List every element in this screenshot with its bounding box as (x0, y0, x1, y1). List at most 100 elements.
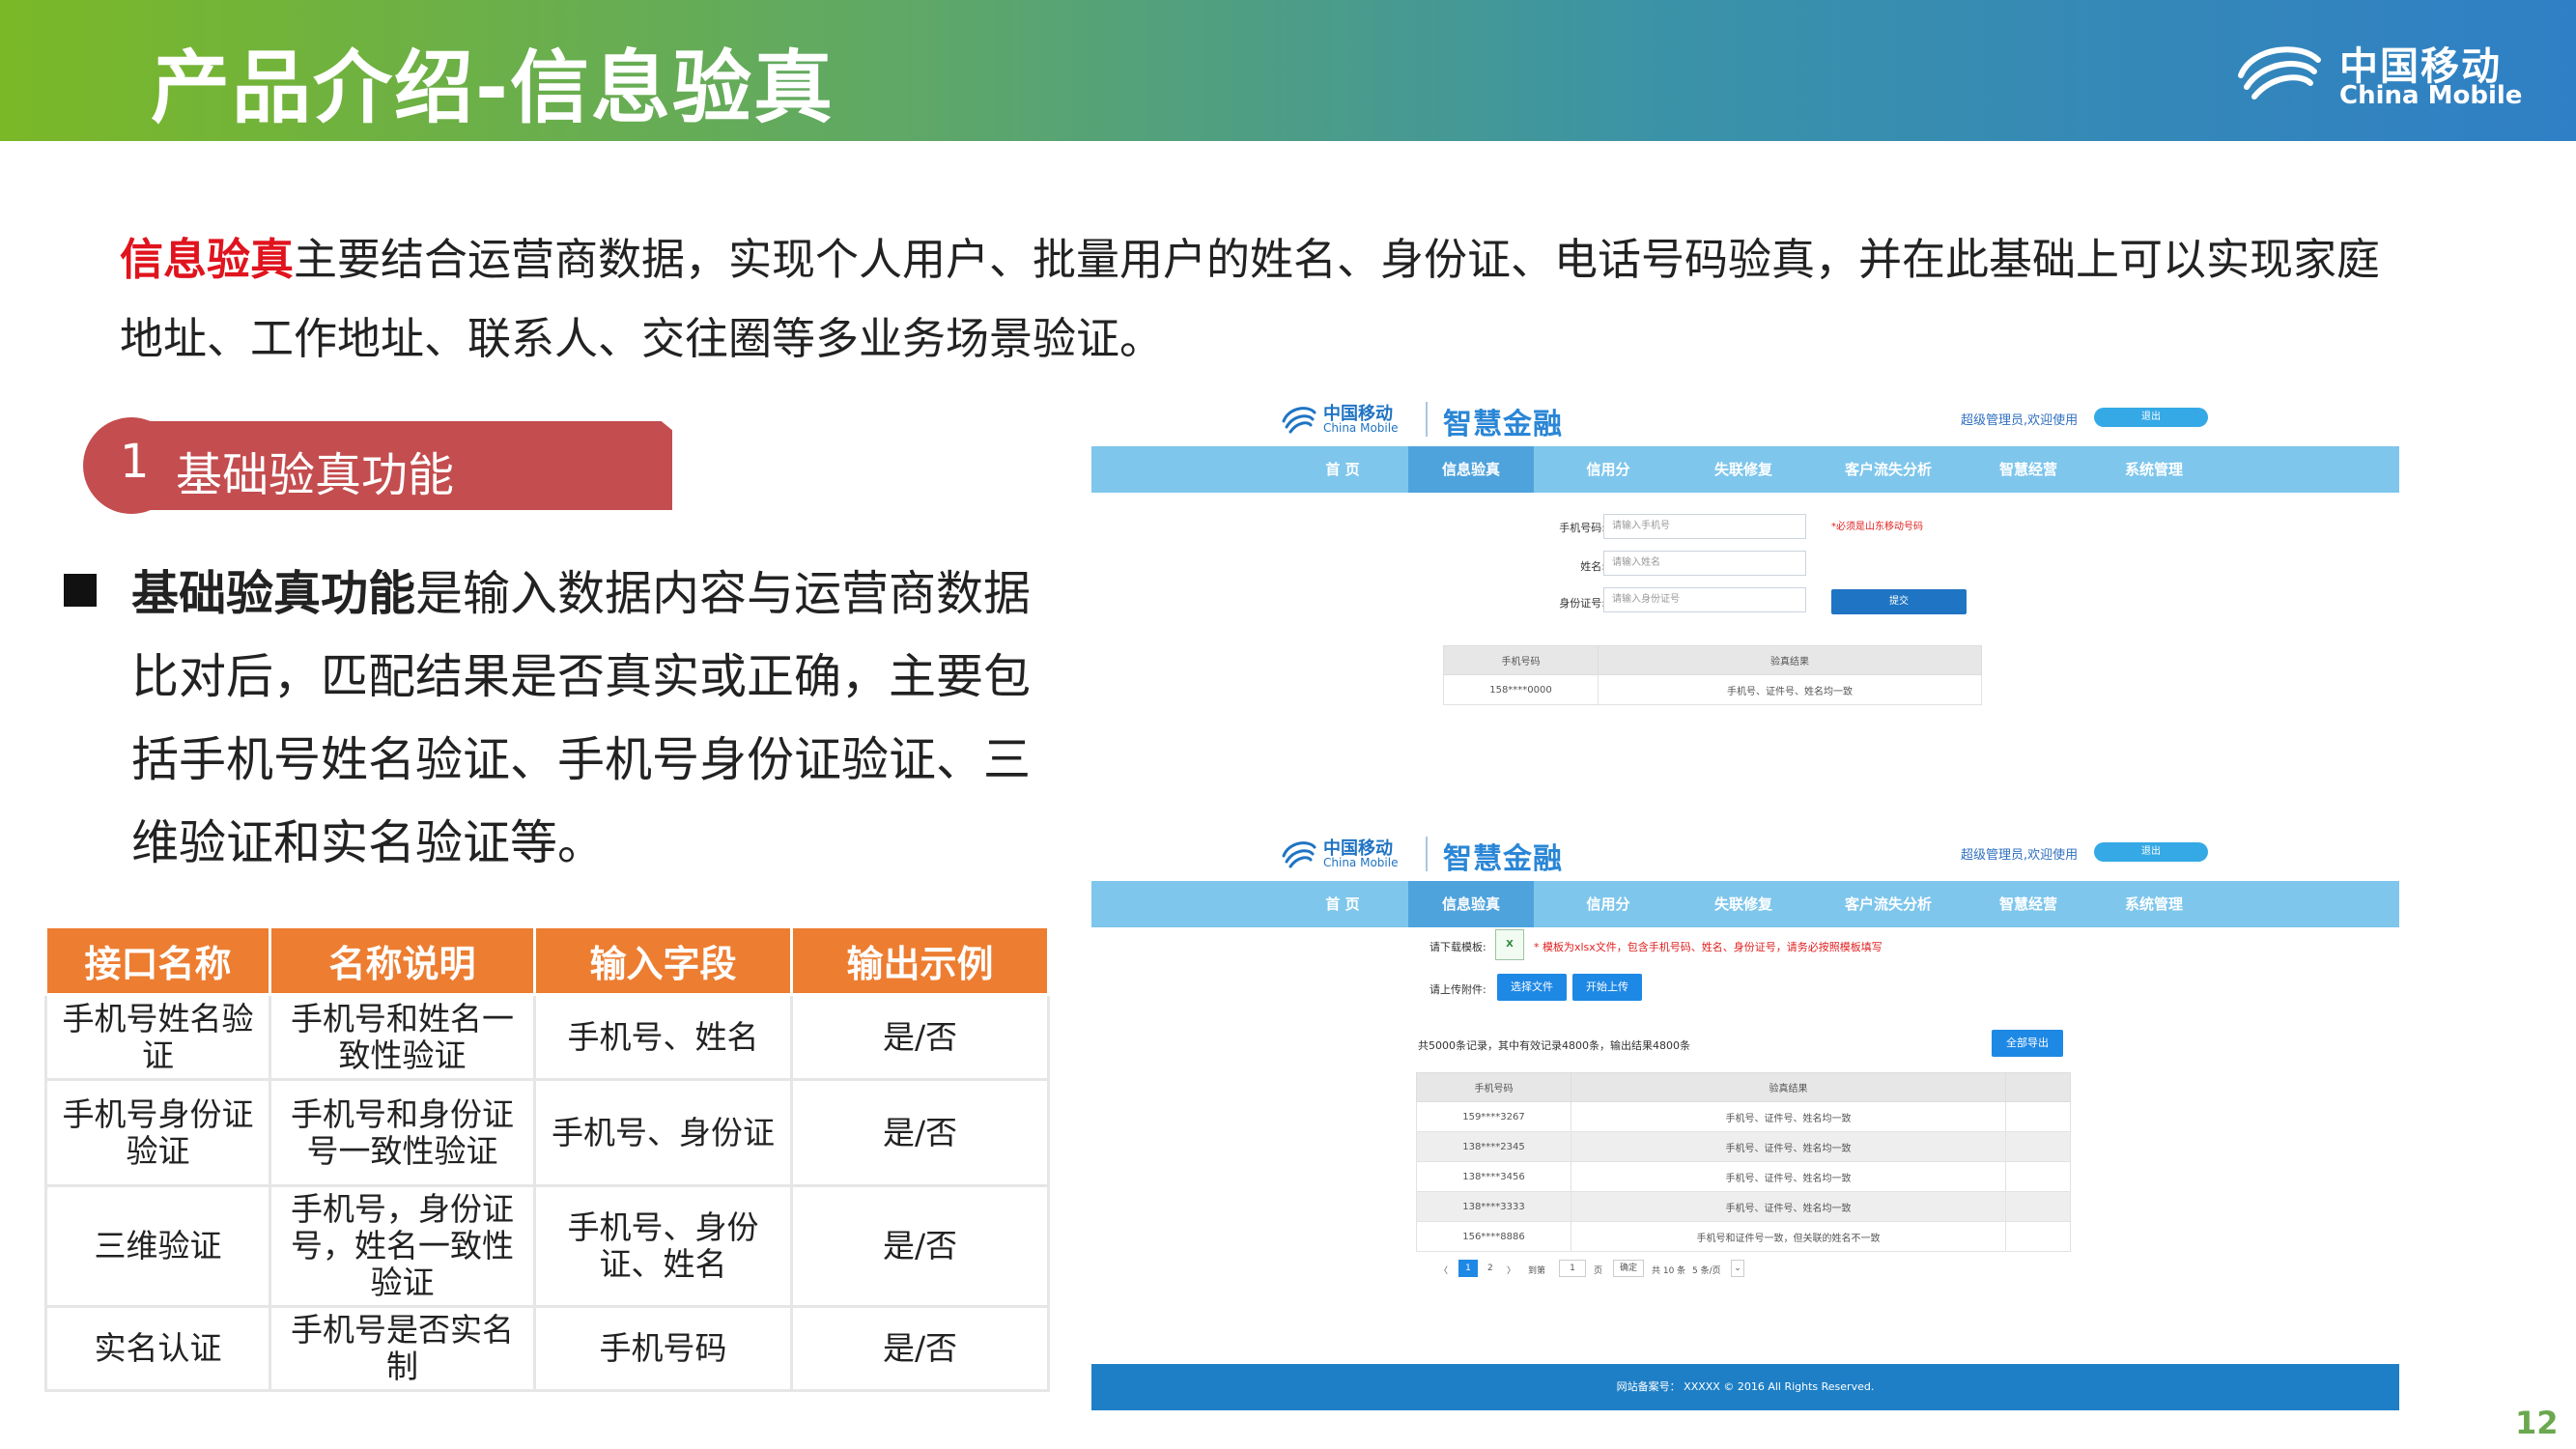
table-cell: 158****0000 (1443, 674, 1599, 705)
product-name: 智慧金融 (1443, 408, 1563, 441)
table-cell: 手机号，身份证号，姓名一致性验证 (269, 1184, 536, 1308)
batch-result-table: 手机号码 验真结果 159****3267 手机号、证件号、姓名均一致 138***… (1416, 1072, 2071, 1252)
submit-button[interactable]: 提交 (1831, 589, 1967, 614)
table-cell: 实名认证 (44, 1305, 271, 1392)
single-verify-screenshot: 中国移动 China Mobile 智慧金融 超级管理员,欢迎使用 退出 首 页… (1091, 388, 2399, 726)
china-mobile-ring-icon (1282, 407, 1316, 434)
table-row: 手机号姓名验证 手机号和姓名一致性验证 手机号、姓名 是/否 (44, 993, 1050, 1081)
table-cell (2005, 1221, 2071, 1252)
table-cell: 手机号、证件号、姓名均一致 (1571, 1191, 2006, 1222)
nav-item-credit[interactable]: 信用分 (1555, 446, 1661, 493)
page-title: 产品介绍-信息验真 (151, 43, 835, 134)
china-mobile-ring-icon (2238, 46, 2321, 99)
user-greeting: 超级管理员,欢迎使用 (1961, 848, 2079, 863)
bullet-bold: 基础验真功能 (131, 566, 416, 621)
section-label: 基础验真功能 (176, 448, 455, 502)
table-header: 输入字段 (533, 925, 793, 996)
table-cell: 手机号和身份证号一致性验证 (269, 1078, 536, 1187)
pager-prev-icon[interactable]: 〈 (1439, 1264, 1448, 1276)
nav-item-churn[interactable]: 客户流失分析 (1808, 446, 1968, 493)
pager-goto-label: 到第 (1528, 1266, 1546, 1276)
table-cell: 是/否 (790, 1078, 1050, 1187)
page-number: 12 (2515, 1405, 2559, 1441)
start-upload-button[interactable]: 开始上传 (1572, 974, 1642, 1001)
batch-verify-screenshot: 中国移动 China Mobile 智慧金融 超级管理员,欢迎使用 退出 首 页… (1091, 823, 2399, 1410)
interface-table: 接口名称 名称说明 输入字段 输出示例 手机号姓名验证 手机号和姓名一致性验证 … (44, 925, 1050, 1392)
nav-item-business[interactable]: 智慧经营 (1970, 446, 2086, 493)
table-header: 接口名称 (44, 925, 271, 996)
table-cell: 是/否 (790, 993, 1050, 1081)
table-cell (2005, 1191, 2071, 1222)
table-row: 138****3333 手机号、证件号、姓名均一致 (1416, 1191, 2071, 1222)
nav-item-credit[interactable]: 信用分 (1555, 881, 1661, 927)
app-logo-en: China Mobile (1323, 421, 1399, 435)
section-tag: 1 基础验真功能 (83, 417, 672, 514)
bullet-paragraph: 基础验真功能是输入数据内容与运营商数据比对后，匹配结果是否真实或正确，主要包括手… (131, 553, 1039, 885)
logout-button[interactable]: 退出 (2094, 408, 2208, 427)
nav-item-system[interactable]: 系统管理 (2096, 446, 2212, 493)
table-row: 138****3456 手机号、证件号、姓名均一致 (1416, 1161, 2071, 1192)
id-input[interactable]: 请输入身份证号 (1603, 587, 1806, 612)
single-result-table: 手机号码 验真结果 158****0000 手机号、证件号、姓名均一致 (1443, 645, 1982, 705)
table-cell: 138****2345 (1416, 1131, 1571, 1162)
brand-name-en: China Mobile (2339, 81, 2523, 110)
title-banner: 产品介绍-信息验真 中国移动 China Mobile (0, 0, 2576, 141)
name-label: 姓名: (1580, 560, 1605, 573)
logout-button[interactable]: 退出 (2094, 842, 2208, 862)
table-header: 验真结果 (1571, 1072, 2006, 1102)
pager-total: 共 10 条 (1652, 1266, 1686, 1276)
nav-item-system[interactable]: 系统管理 (2096, 881, 2212, 927)
export-all-button[interactable]: 全部导出 (1992, 1030, 2063, 1057)
table-header: 手机号码 (1443, 645, 1599, 675)
phone-hint: *必须是山东移动号码 (1831, 522, 1923, 532)
name-input[interactable]: 请输入姓名 (1603, 551, 1806, 576)
table-cell: 138****3333 (1416, 1191, 1571, 1222)
nav-item-churn[interactable]: 客户流失分析 (1808, 881, 1968, 927)
china-mobile-logo: 中国移动 China Mobile (2233, 31, 2522, 110)
choose-file-button[interactable]: 选择文件 (1497, 974, 1567, 1001)
table-header: 手机号码 (1416, 1072, 1571, 1102)
pager-confirm-button[interactable]: 确定 (1613, 1260, 1644, 1277)
table-header: 验真结果 (1598, 645, 1982, 675)
table-header-empty (2005, 1072, 2071, 1102)
chevron-down-icon[interactable]: ⌄ (1731, 1260, 1744, 1277)
nav-item-repair[interactable]: 失联修复 (1681, 446, 1806, 493)
table-cell: 手机号、身份证 (533, 1078, 793, 1187)
nav-item-verify[interactable]: 信息验真 (1408, 881, 1534, 927)
id-label: 身份证号: (1559, 597, 1605, 610)
table-cell: 156****8886 (1416, 1221, 1571, 1252)
table-row: 159****3267 手机号、证件号、姓名均一致 (1416, 1101, 2071, 1132)
table-cell: 手机号和姓名一致性验证 (269, 993, 536, 1081)
table-row: 三维验证 手机号，身份证号，姓名一致性验证 手机号、身份证、姓名 是/否 (44, 1184, 1050, 1308)
product-name: 智慧金融 (1443, 842, 1563, 876)
template-hint: * 模板为xlsx文件，包含手机号码、姓名、身份证号，请务必按照模板填写 (1534, 941, 1882, 953)
table-cell (2005, 1131, 2071, 1162)
nav-item-repair[interactable]: 失联修复 (1681, 881, 1806, 927)
pager-goto-input[interactable]: 1 (1559, 1260, 1586, 1277)
table-cell: 是/否 (790, 1184, 1050, 1308)
nav-item-home[interactable]: 首 页 (1304, 446, 1381, 493)
table-header-row: 接口名称 名称说明 输入字段 输出示例 (44, 925, 1050, 996)
pager-page-2[interactable]: 2 (1487, 1264, 1493, 1273)
nav-item-home[interactable]: 首 页 (1304, 881, 1381, 927)
xls-template-icon[interactable]: X (1495, 929, 1524, 960)
record-summary: 共5000条记录，其中有效记录4800条，输出结果4800条 (1418, 1039, 1690, 1052)
logo-divider (1426, 837, 1428, 871)
upload-label: 请上传附件: (1430, 983, 1486, 996)
nav-item-verify[interactable]: 信息验真 (1408, 446, 1534, 493)
intro-highlight: 信息验真 (120, 234, 295, 285)
nav-item-business[interactable]: 智慧经营 (1970, 881, 2086, 927)
pager-next-icon[interactable]: 〉 (1507, 1264, 1515, 1276)
main-nav: 首 页 信息验真 信用分 失联修复 客户流失分析 智慧经营 系统管理 (1091, 881, 2399, 927)
intro-text: 主要结合运营商数据，实现个人用户、批量用户的姓名、身份证、电话号码验真，并在此基… (120, 234, 2381, 364)
pager-page-1[interactable]: 1 (1458, 1260, 1478, 1277)
table-cell: 手机号姓名验证 (44, 993, 271, 1081)
table-cell: 手机号、证件号、姓名均一致 (1598, 674, 1982, 705)
pager-per-page[interactable]: 5 条/页 (1692, 1264, 1721, 1276)
table-cell: 138****3456 (1416, 1161, 1571, 1192)
table-cell: 手机号、身份证、姓名 (533, 1184, 793, 1308)
phone-input[interactable]: 请输入手机号 (1603, 514, 1806, 539)
table-cell: 是/否 (790, 1305, 1050, 1392)
table-cell: 手机号、证件号、姓名均一致 (1571, 1161, 2006, 1192)
table-cell: 手机号、证件号、姓名均一致 (1571, 1101, 2006, 1132)
